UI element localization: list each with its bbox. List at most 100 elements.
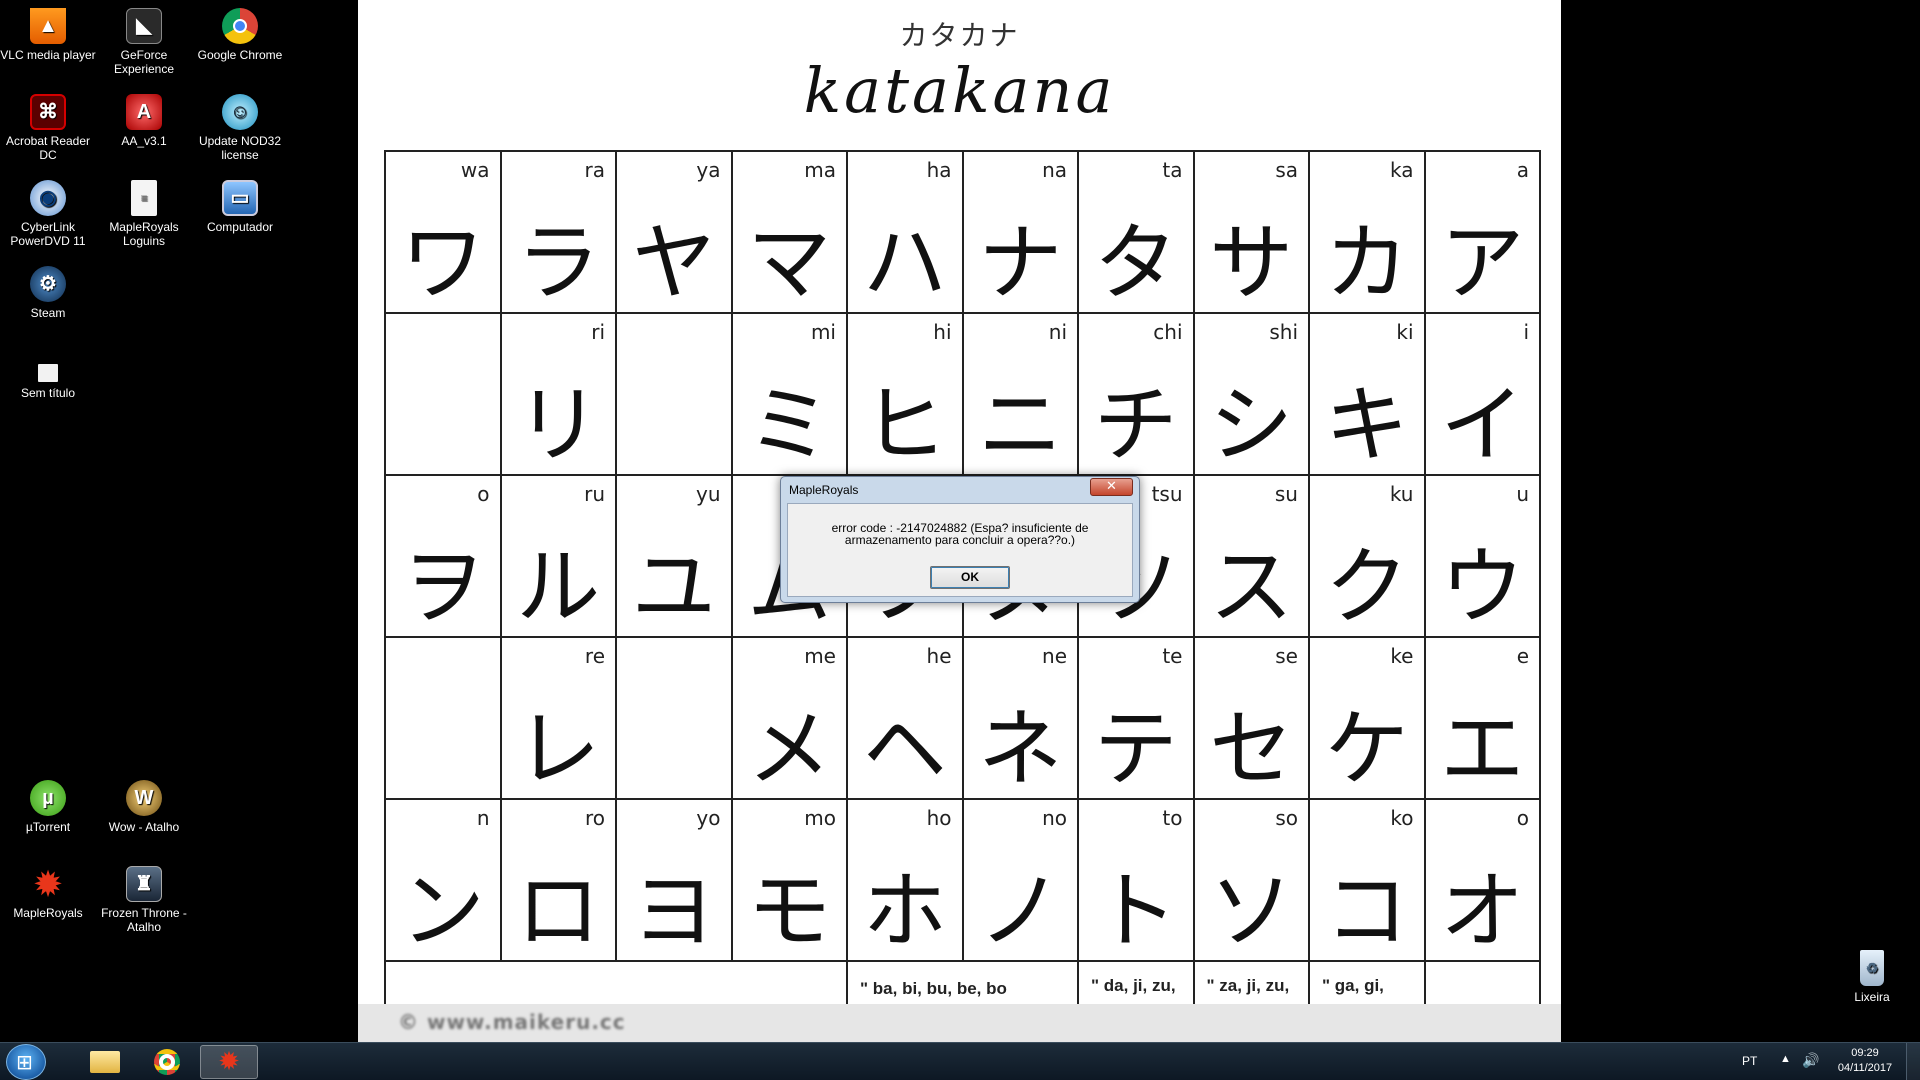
katakana-cell: ha ハ [848, 152, 964, 314]
katakana-cell: mi ミ [732, 314, 848, 476]
katakana-character: ニ [978, 376, 1063, 474]
ok-button[interactable]: OK [930, 566, 1010, 589]
taskbar-chrome[interactable] [138, 1045, 196, 1079]
katakana-cell: oオ [1425, 800, 1541, 962]
katakana-cell: chi チ [1079, 314, 1195, 476]
close-button[interactable]: ✕ [1090, 478, 1133, 496]
desktop-icon-powerdvd[interactable]: ◉ CyberLink PowerDVD 11 [0, 180, 96, 248]
desktop-icon-label: GeForce Experience [113, 48, 175, 76]
katakana-romaji: ha [926, 158, 952, 182]
katakana-cell [617, 314, 733, 476]
desktop-icon-mapleroyals[interactable]: ✹ MapleRoyals [0, 866, 96, 920]
desktop-icon-computador[interactable]: ▭ Computador [192, 180, 288, 234]
katakana-character: エ [1440, 700, 1525, 798]
katakana-cell: ro ロ [501, 800, 617, 962]
desktop-icon-chrome[interactable]: Google Chrome [192, 8, 288, 62]
katakana-character: ワ [400, 214, 485, 312]
system-tray: PT ▲ 🔊 09:29 04/11/2017 [1720, 1043, 1920, 1080]
katakana-cell: su ス [1194, 476, 1310, 638]
nod32-icon: ☺ [222, 94, 258, 130]
start-button[interactable]: ⊞ [6, 1044, 46, 1080]
katakana-romaji: mi [810, 320, 836, 344]
katakana-cell: he ヘ [848, 638, 964, 800]
katakana-character: ス [1209, 538, 1294, 636]
desktop-icon-wow[interactable]: W Wow - Atalho [96, 780, 192, 834]
clock[interactable]: 09:29 04/11/2017 [1830, 1046, 1900, 1076]
katakana-romaji: chi [1153, 320, 1183, 344]
desktop-icon-geforce[interactable]: ◣ GeForce Experience [96, 8, 192, 76]
katakana-cell: me メ [732, 638, 848, 800]
katakana-cell: ki キ [1310, 314, 1426, 476]
katakana-character: ヘ [862, 700, 947, 798]
desktop-icon-mapleroyals-loguins[interactable]: ≡ MapleRoyals Loguins [96, 180, 192, 248]
desktop-icon-acrobat[interactable]: ⌘ Acrobat Reader DC [0, 94, 96, 162]
katakana-cell: yo ヨ [617, 800, 733, 962]
katakana-romaji: ta [1162, 158, 1183, 182]
katakana-cell: ri リ [501, 314, 617, 476]
katakana-row: ri リ mi ミ hi ヒ ni ニ chi チ shi シ ki キ i イ [386, 314, 1541, 476]
desktop-icon-label: Update NOD32 license [198, 134, 282, 162]
desktop-icon-label: Sem título [20, 386, 76, 400]
katakana-romaji: ri [591, 320, 605, 344]
taskbar-mapleroyals[interactable]: ✹ [200, 1045, 258, 1079]
close-icon: ✕ [1106, 479, 1117, 494]
desktop-icon-label: Wow - Atalho [108, 820, 180, 834]
katakana-character: チ [1093, 376, 1178, 474]
dialog-body: error code : -2147024882 (Espa? insufici… [787, 503, 1133, 597]
desktop-icon-label: MapleRoyals Loguins [109, 220, 179, 248]
katakana-character: イ [1440, 376, 1525, 474]
katakana-character: ヒ [862, 376, 947, 474]
desktop-icon-utorrent[interactable]: µ µTorrent [0, 780, 96, 834]
taskbar: ⊞ ✹ PT ▲ 🔊 09:29 04/11/2017 [0, 1042, 1920, 1080]
geforce-icon: ◣ [126, 8, 162, 44]
katakana-romaji: no [1042, 806, 1067, 830]
katakana-romaji: na [1042, 158, 1067, 182]
desktop-icon-steam[interactable]: ⚙ Steam [0, 266, 96, 320]
katakana-romaji: su [1274, 482, 1298, 506]
mapleroyals-icon: ✹ [34, 866, 62, 902]
katakana-romaji: se [1275, 644, 1298, 668]
desktop-icon-lixeira[interactable]: ♻ Lixeira [1824, 950, 1920, 1004]
desktop-icon-label: Computador [206, 220, 274, 234]
katakana-romaji: n [476, 806, 490, 830]
desktop-icon-nod32[interactable]: ☺ Update NOD32 license [192, 94, 288, 162]
error-dialog[interactable]: MapleRoyals ✕ error code : -2147024882 (… [780, 476, 1140, 603]
katakana-romaji: e [1516, 644, 1529, 668]
vlc-icon: ▲ [30, 8, 66, 44]
desktop-icon-frozen-throne[interactable]: ♜ Frozen Throne - Atalho [96, 866, 192, 934]
katakana-row: n ン ro ロ yo ヨ mo モ ho ホ no ノ to ト so ソ ko コ o オ [386, 800, 1541, 962]
katakana-romaji: yo [696, 806, 721, 830]
desktop-icon-vlc[interactable]: ▲ VLC media player [0, 8, 96, 62]
katakana-cell: ma マ [732, 152, 848, 314]
voiced-text: " ba, bi, bu, be, bo [860, 979, 1007, 998]
katakana-romaji: te [1162, 644, 1183, 668]
volume-icon[interactable]: 🔊 [1802, 1052, 1819, 1069]
blank-file-icon [38, 364, 58, 382]
wallpaper-footer: © www.maikeru.cc [358, 1004, 1561, 1042]
katakana-cell: ke ケ [1310, 638, 1426, 800]
taskbar-explorer[interactable] [76, 1045, 134, 1079]
language-indicator[interactable]: PT [1742, 1054, 1757, 1068]
utorrent-icon: µ [30, 780, 66, 816]
katakana-romaji: shi [1269, 320, 1298, 344]
katakana-romaji: u [1516, 482, 1529, 506]
katakana-character: タ [1093, 214, 1178, 312]
katakana-cell: to ト [1079, 800, 1195, 962]
katakana-romaji: wa [460, 158, 490, 182]
desktop-icon-aa[interactable]: A AA_v3.1 [96, 94, 192, 148]
katakana-romaji: yu [695, 482, 721, 506]
wallpaper-kana-title: カタカナ [899, 19, 1020, 52]
show-hidden-icons-icon[interactable]: ▲ [1780, 1053, 1791, 1065]
katakana-cell: ku ク [1310, 476, 1426, 638]
show-desktop-button[interactable] [1906, 1043, 1920, 1080]
katakana-cell: so ソ [1194, 800, 1310, 962]
desktop-icon-sem-titulo[interactable]: Sem título [0, 356, 96, 400]
katakana-cell [386, 314, 502, 476]
katakana-character: ケ [1324, 700, 1409, 798]
computer-icon: ▭ [222, 180, 258, 216]
steam-icon: ⚙ [30, 266, 66, 302]
katakana-romaji: ni [1048, 320, 1067, 344]
katakana-cell: yu ユ [617, 476, 733, 638]
dialog-titlebar[interactable]: MapleRoyals ✕ [781, 477, 1139, 503]
katakana-cell: hi ヒ [848, 314, 964, 476]
